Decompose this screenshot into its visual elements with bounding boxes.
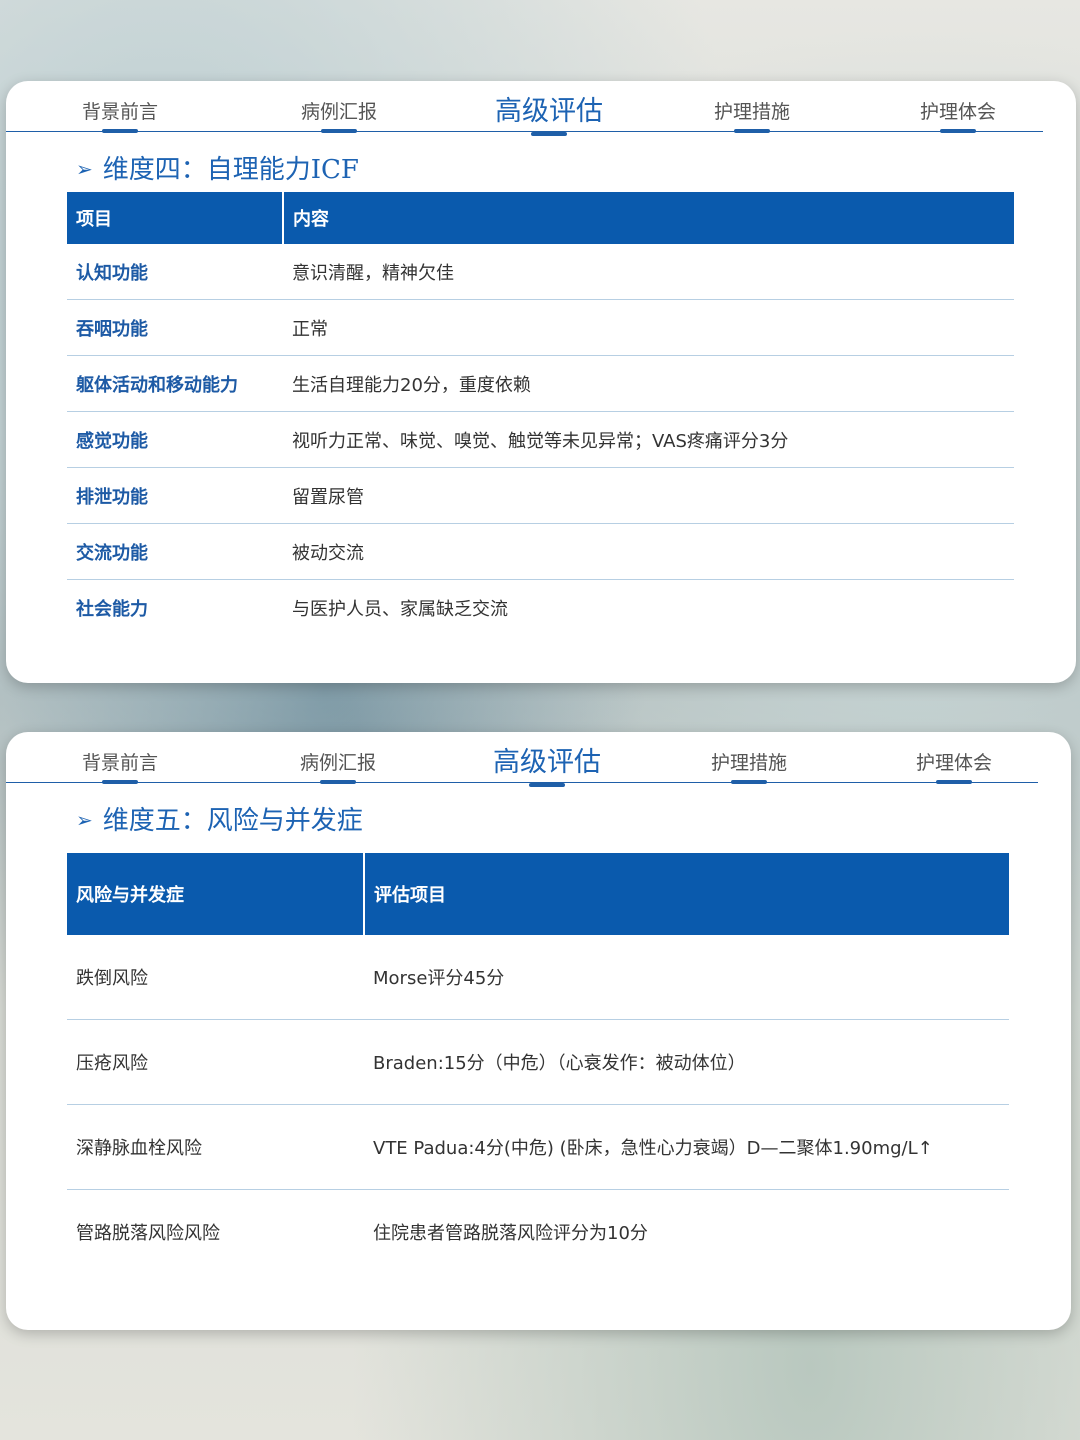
nav-tab-nursing-experience[interactable]: 护理体会	[916, 748, 992, 775]
row-label: 吞咽功能	[67, 299, 283, 356]
row-value: Morse评分45分	[364, 935, 1009, 1020]
row-label: 深静脉血栓风险	[67, 1104, 364, 1190]
table-row: 管路脱落风险风险 住院患者管路脱落风险评分为10分	[67, 1190, 1009, 1275]
row-label: 感觉功能	[67, 411, 283, 468]
section-title: ➢ 维度五：风险与并发症	[76, 800, 363, 837]
table-header-row: 项目 内容	[67, 192, 1014, 244]
table-row: 社会能力 与医护人员、家属缺乏交流	[67, 580, 1014, 636]
table-row: 跌倒风险 Morse评分45分	[67, 935, 1009, 1020]
row-label: 交流功能	[67, 523, 283, 580]
table-row: 吞咽功能 正常	[67, 299, 1014, 356]
row-value: 正常	[283, 299, 1014, 356]
nav-tab-background[interactable]: 背景前言	[82, 97, 158, 124]
slide-card-risk: 背景前言 病例汇报 高级评估 护理措施 护理体会 ➢ 维度五：风险与并发症 风险与…	[6, 732, 1071, 1330]
top-nav: 背景前言 病例汇报 高级评估 护理措施 护理体会	[6, 732, 1038, 783]
row-label: 压疮风险	[67, 1019, 364, 1105]
table-header-row: 风险与并发症 评估项目	[67, 853, 1009, 935]
nav-tab-advanced-assessment[interactable]: 高级评估	[495, 89, 603, 128]
table-row: 压疮风险 Braden:15分（中危）（心衰发作：被动体位）	[67, 1019, 1009, 1105]
row-value: Braden:15分（中危）（心衰发作：被动体位）	[364, 1019, 1009, 1105]
nav-tab-advanced-assessment[interactable]: 高级评估	[493, 740, 601, 779]
row-value: 视听力正常、味觉、嗅觉、触觉等未见异常；VAS疼痛评分3分	[283, 411, 1014, 468]
row-value: VTE Padua:4分(中危) (卧床，急性心力衰竭）D—二聚体1.90mg/…	[364, 1104, 1009, 1190]
row-value: 与医护人员、家属缺乏交流	[292, 598, 508, 620]
risk-table: 风险与并发症 评估项目 跌倒风险 Morse评分45分 压疮风险 Braden:…	[67, 853, 1009, 1274]
row-label: 排泄功能	[67, 467, 283, 524]
row-label: 管路脱落风险风险	[76, 1223, 220, 1244]
section-title: ➢ 维度四：自理能力ICF	[76, 149, 359, 186]
slide-card-icf: 背景前言 病例汇报 高级评估 护理措施 护理体会 ➢ 维度四：自理能力ICF 项目…	[6, 81, 1076, 683]
nav-tab-case-report[interactable]: 病例汇报	[301, 97, 377, 124]
table-row: 深静脉血栓风险 VTE Padua:4分(中危) (卧床，急性心力衰竭）D—二聚…	[67, 1104, 1009, 1190]
icf-table: 项目 内容 认知功能 意识清醒，精神欠佳 吞咽功能 正常 躯体活动和移动能力 生…	[67, 192, 1014, 635]
nav-tab-case-report[interactable]: 病例汇报	[300, 748, 376, 775]
header-cell-risk: 风险与并发症	[67, 853, 365, 935]
section-title-text: 维度四：自理能力ICF	[102, 155, 359, 185]
table-row: 躯体活动和移动能力 生活自理能力20分，重度依赖	[67, 355, 1014, 412]
row-label: 社会能力	[76, 598, 148, 620]
row-value: 被动交流	[283, 523, 1014, 580]
table-row: 认知功能 意识清醒，精神欠佳	[67, 244, 1014, 300]
header-cell-item: 项目	[67, 192, 284, 244]
table-row: 感觉功能 视听力正常、味觉、嗅觉、触觉等未见异常；VAS疼痛评分3分	[67, 411, 1014, 468]
table-row: 排泄功能 留置尿管	[67, 467, 1014, 524]
nav-tab-nursing-measures[interactable]: 护理措施	[714, 97, 790, 124]
nav-tab-background[interactable]: 背景前言	[82, 748, 158, 775]
row-value: 住院患者管路脱落风险评分为10分	[373, 1223, 648, 1244]
row-label: 跌倒风险	[67, 935, 364, 1020]
arrow-right-icon: ➢	[76, 808, 93, 832]
header-cell-content: 内容	[283, 192, 1014, 244]
row-label: 认知功能	[67, 244, 283, 300]
top-nav: 背景前言 病例汇报 高级评估 护理措施 护理体会	[6, 81, 1043, 132]
nav-tab-nursing-measures[interactable]: 护理措施	[711, 748, 787, 775]
row-value: 生活自理能力20分，重度依赖	[283, 355, 1014, 412]
nav-tab-nursing-experience[interactable]: 护理体会	[920, 97, 996, 124]
row-value: 意识清醒，精神欠佳	[283, 244, 1014, 300]
row-value: 留置尿管	[283, 467, 1014, 524]
row-label: 躯体活动和移动能力	[67, 355, 283, 412]
header-cell-assessment: 评估项目	[364, 853, 1009, 935]
arrow-right-icon: ➢	[76, 157, 93, 181]
table-row: 交流功能 被动交流	[67, 523, 1014, 580]
section-title-text: 维度五：风险与并发症	[102, 806, 363, 836]
